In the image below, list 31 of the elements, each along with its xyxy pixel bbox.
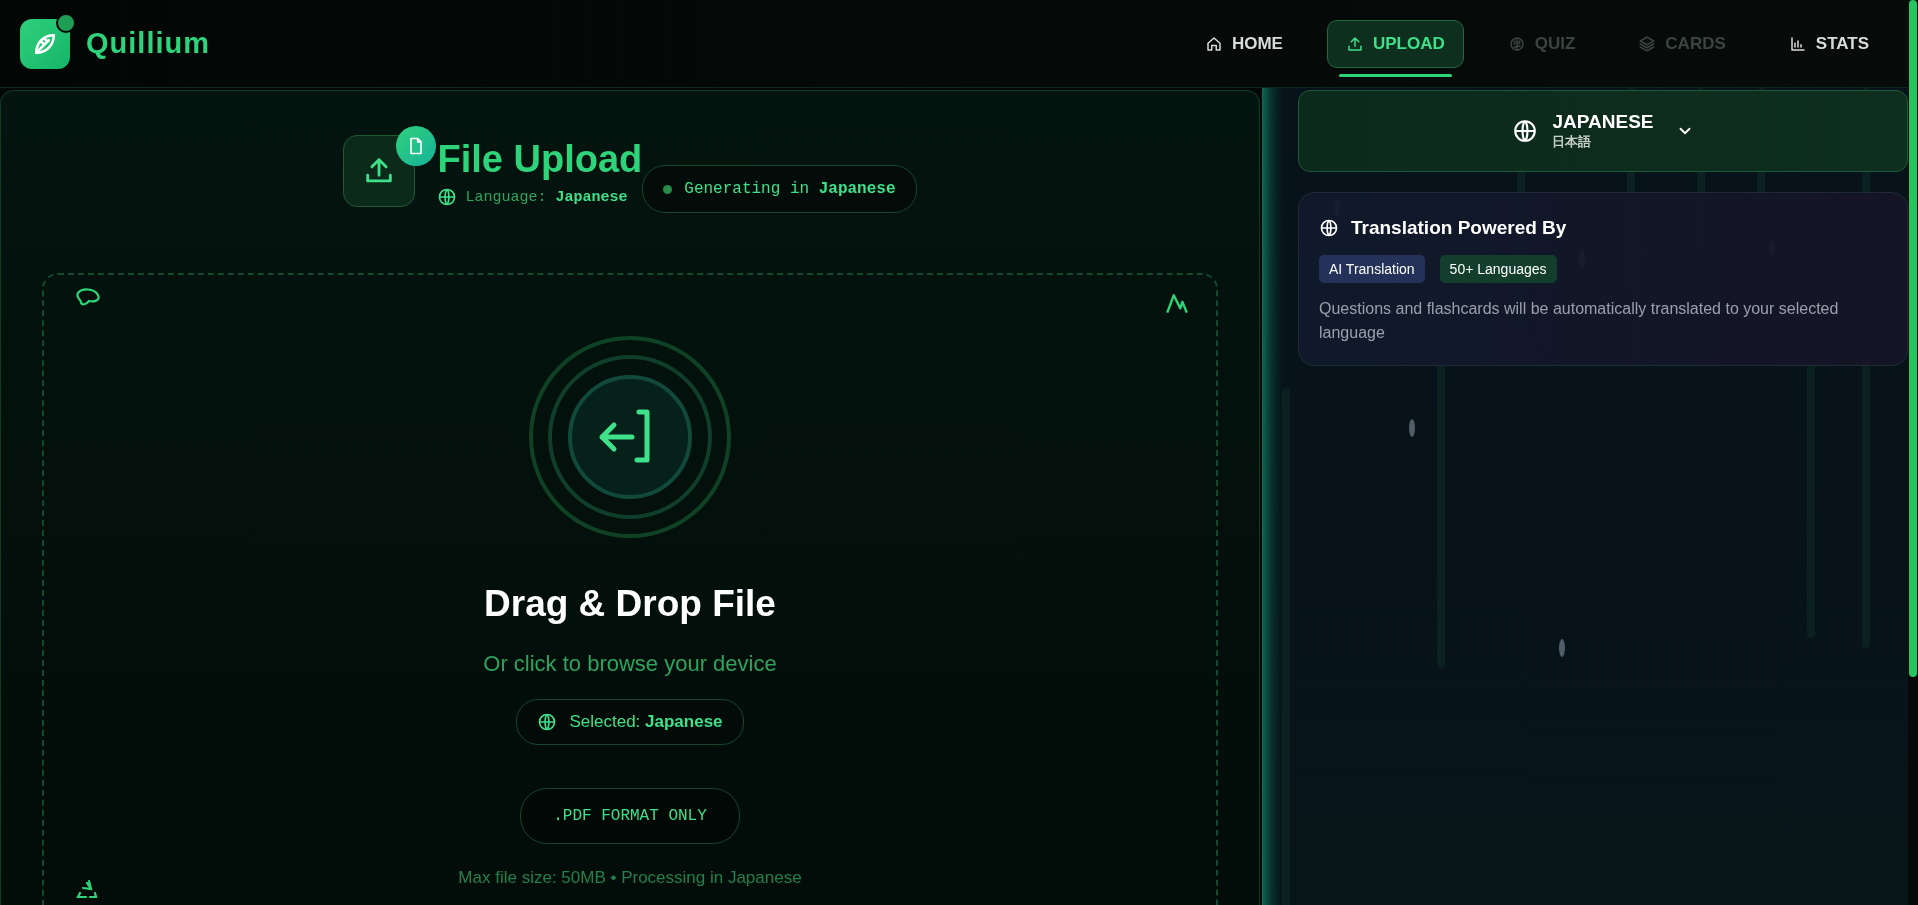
language-native-name: 日本語 <box>1552 133 1593 151</box>
globe-icon <box>1319 218 1339 238</box>
home-icon <box>1204 34 1223 53</box>
globe-icon <box>537 712 558 732</box>
page-title: File Upload <box>437 137 643 181</box>
bar-chart-icon <box>1788 34 1807 53</box>
file-size-note: Max file size: 50MB • Processing in Japanese <box>458 868 802 888</box>
language-name: JAPANESE <box>1552 111 1654 133</box>
language-selector[interactable]: JAPANESE 日本語 <box>1298 90 1908 172</box>
scrollbar-thumb[interactable] <box>1909 0 1917 677</box>
drop-title: Drag & Drop File <box>484 583 776 625</box>
selected-language: Selected: Japanese <box>569 712 723 732</box>
app-name: Quillium <box>86 27 210 60</box>
upload-target-icon[interactable] <box>528 335 732 539</box>
format-badge: .PDF FORMAT ONLY <box>520 788 740 844</box>
drop-zone[interactable]: Drag & Drop File Or click to browse your device Selected: Japanese .PDF FORMAT ONLY Max file size: 50MB • Processing in Japanese <box>42 273 1218 905</box>
status-dot <box>663 184 673 194</box>
status-text: Generating in Japanese <box>684 180 896 198</box>
language-label: Language: Japanese <box>465 188 628 206</box>
tag: 50+ Languages <box>1439 255 1557 283</box>
drop-subtitle: Or click to browse your device <box>483 651 777 677</box>
nav-tab[interactable]: STATS <box>1769 19 1888 68</box>
card-title: Translation Powered By <box>1351 217 1567 239</box>
card-description: Questions and flashcards will be automatically translated to your selected language <box>1319 299 1840 343</box>
tag: AI Translation <box>1319 255 1425 283</box>
layers-icon <box>1638 34 1657 53</box>
nav-tab[interactable]: UPLOAD <box>1326 19 1464 68</box>
nav-tab[interactable]: HOME <box>1185 19 1302 68</box>
globe-icon <box>1512 118 1539 144</box>
upload-icon <box>1345 34 1364 53</box>
globe-icon <box>437 187 458 207</box>
